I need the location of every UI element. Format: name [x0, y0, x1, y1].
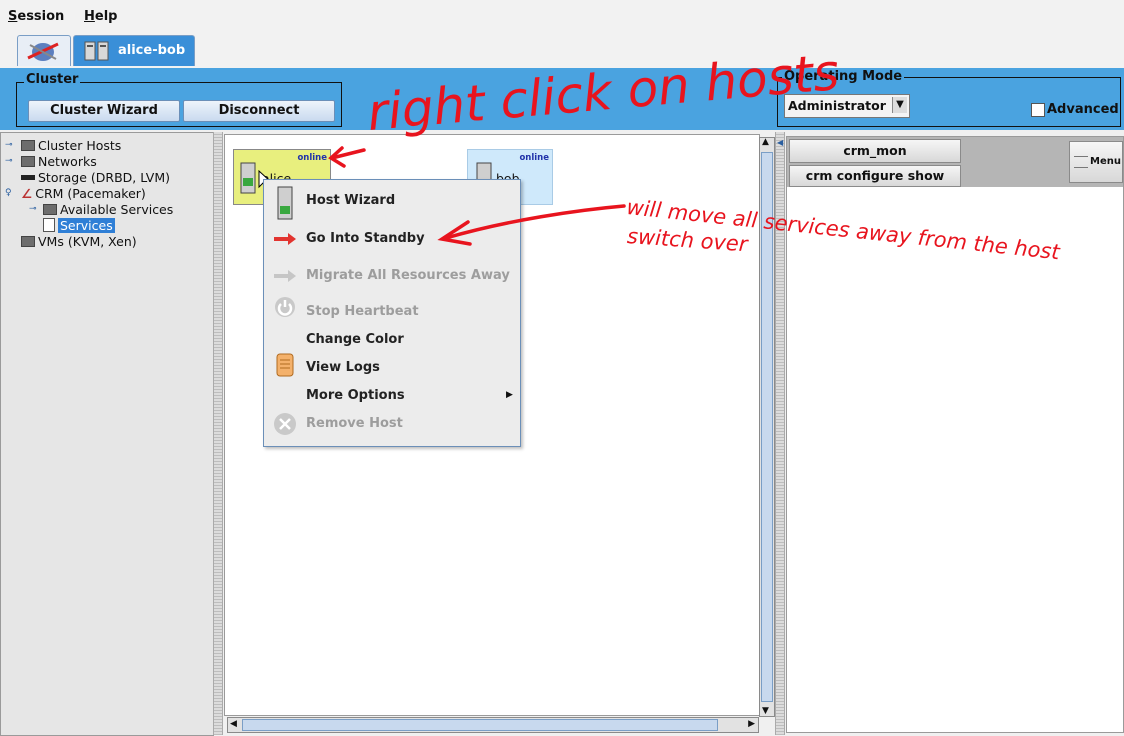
arrow-right-icon	[274, 233, 296, 245]
tab-row: alice-bob	[0, 30, 1124, 68]
advanced-label: Advanced	[1047, 102, 1119, 117]
menu-button-label: Menu	[1090, 156, 1121, 167]
annotation-arrow	[328, 146, 366, 168]
tree-item-vms[interactable]: VMs (KVM, Xen)	[21, 234, 137, 250]
cluster-wizard-button[interactable]: Cluster Wizard	[28, 100, 180, 122]
submenu-arrow-icon: ▶	[506, 390, 513, 400]
host-status: online	[297, 153, 327, 163]
menu-stop-heartbeat[interactable]: Stop Heartbeat	[306, 304, 419, 319]
menu-help[interactable]: Help	[84, 9, 117, 24]
menu-migrate-away[interactable]: Migrate All Resources Away	[306, 268, 510, 283]
menu-remove-host[interactable]: Remove Host	[306, 416, 403, 431]
advanced-checkbox[interactable]	[1031, 103, 1045, 117]
scroll-thumb[interactable]	[761, 152, 773, 702]
expand-icon[interactable]: ⊸	[5, 156, 13, 166]
menu-button[interactable]: Menu	[1069, 141, 1123, 183]
left-splitter[interactable]	[213, 132, 223, 735]
host-status: online	[519, 153, 549, 163]
menu-session[interactable]: Session	[8, 9, 64, 24]
expand-icon[interactable]: ⊸	[5, 140, 13, 150]
menu-go-into-standby[interactable]: Go Into Standby	[306, 231, 425, 246]
menu-more-options[interactable]: More Options	[306, 388, 405, 403]
tree-item-networks[interactable]: Networks	[21, 154, 97, 170]
remove-icon	[274, 413, 296, 435]
menu-view-logs[interactable]: View Logs	[306, 360, 380, 375]
drbd-icon	[21, 175, 35, 180]
scroll-right-icon[interactable]: ▶	[748, 719, 755, 729]
tree-item-available-services[interactable]: Available Services	[43, 202, 173, 218]
folder-icon	[21, 236, 35, 247]
disconnect-button[interactable]: Disconnect	[183, 100, 335, 122]
server-icon	[240, 162, 256, 194]
folder-icon	[21, 140, 35, 151]
crm-configure-show-button[interactable]: crm configure show	[789, 165, 961, 187]
tree-item-storage[interactable]: Storage (DRBD, LVM)	[21, 170, 170, 186]
folder-icon	[43, 204, 57, 215]
tab-label: alice-bob	[118, 43, 186, 58]
collapse-arrow-icon[interactable]: ◀	[777, 138, 785, 152]
chevron-down-icon[interactable]: ▼	[892, 97, 907, 113]
collapse-icon[interactable]: ♀	[5, 188, 12, 198]
crm-icon: ∠	[21, 186, 33, 201]
scroll-down-icon[interactable]: ▼	[762, 706, 769, 716]
crm-mon-button[interactable]: crm_mon	[789, 139, 961, 163]
tree-panel: ⊸ Cluster Hosts ⊸ Networks Storage (DRBD…	[0, 132, 214, 736]
menu-host-wizard[interactable]: Host Wizard	[306, 193, 395, 208]
document-icon	[43, 218, 55, 232]
folder-icon	[21, 156, 35, 167]
tree-item-crm[interactable]: ∠ CRM (Pacemaker)	[21, 186, 146, 202]
server-icon	[277, 186, 293, 220]
menu-change-color[interactable]: Change Color	[306, 332, 404, 347]
scroll-icon	[276, 353, 294, 377]
tree-item-cluster-hosts[interactable]: Cluster Hosts	[21, 138, 121, 154]
expand-icon[interactable]: ⊸	[29, 204, 37, 214]
cluster-group-title: Cluster	[24, 72, 81, 87]
arrow-right-icon	[274, 270, 296, 282]
tab-alice-bob[interactable]: alice-bob	[73, 35, 195, 66]
scroll-up-icon[interactable]: ▲	[762, 137, 769, 147]
hamburger-icon	[1074, 156, 1088, 168]
menubar: Session Help	[0, 0, 1124, 31]
tree-item-services[interactable]: Services	[43, 218, 115, 234]
annotation-arrow	[437, 204, 626, 246]
server-pair-icon	[84, 41, 109, 61]
horizontal-scrollbar[interactable]: ◀ ▶	[227, 717, 759, 733]
power-icon	[275, 297, 295, 317]
tab-home[interactable]	[17, 35, 71, 66]
scroll-thumb[interactable]	[242, 719, 718, 731]
scroll-left-icon[interactable]: ◀	[230, 719, 237, 729]
cluster-logo-icon	[27, 42, 59, 61]
